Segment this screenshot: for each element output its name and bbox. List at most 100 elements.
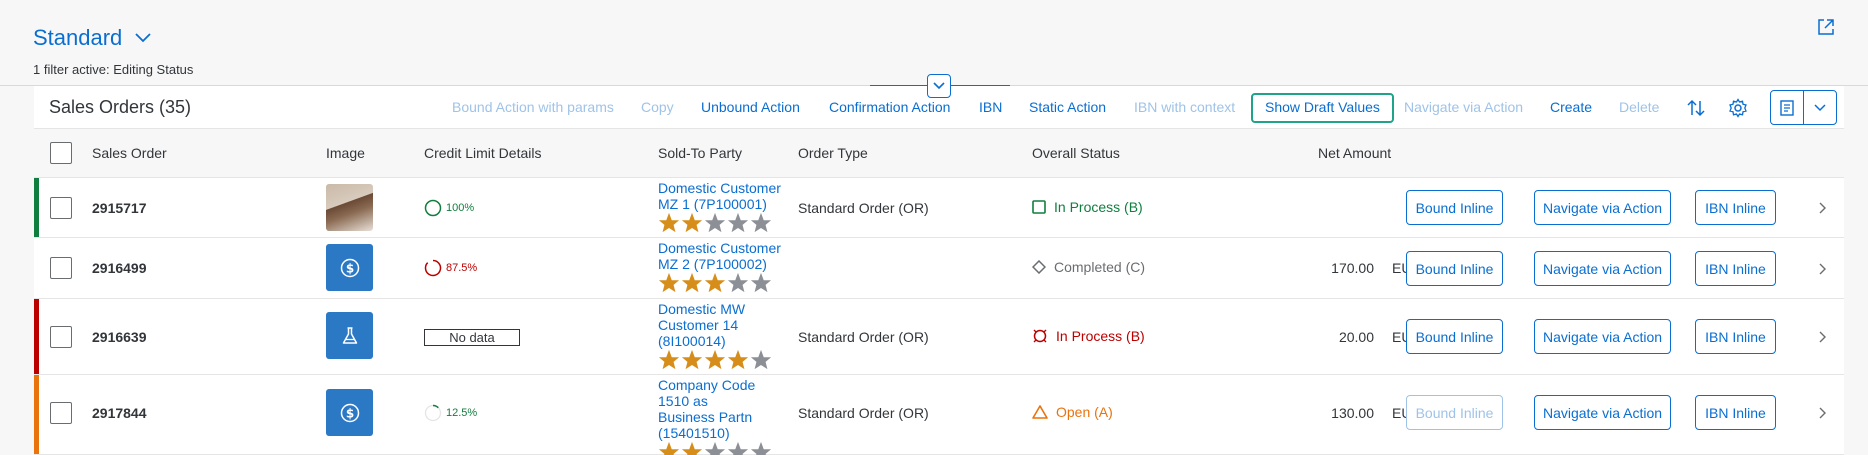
overall-status: In Process (B) xyxy=(1032,199,1143,215)
sold-to-party-link[interactable]: Domestic Customer MZ 1 (7P100001) xyxy=(658,180,783,212)
table-row[interactable]: 2917844 $ 12.5% Company Code 1510 as Bus… xyxy=(34,375,1844,455)
show-draft-values-button[interactable]: Show Draft Values xyxy=(1251,93,1394,123)
star-icon xyxy=(681,272,703,293)
star-icon xyxy=(658,349,680,370)
chevron-down-icon xyxy=(135,33,151,43)
export-split-button[interactable] xyxy=(1770,90,1837,125)
sold-to-party-cell: Domestic Customer MZ 2 (7P100002) xyxy=(658,240,783,294)
row-highlight xyxy=(34,299,39,374)
table-title: Sales Orders (35) xyxy=(49,97,192,117)
row-checkbox[interactable] xyxy=(50,326,72,348)
navigate-via-action-inline-button[interactable]: Navigate via Action xyxy=(1534,319,1671,354)
radial-progress-icon xyxy=(424,259,442,277)
radial-progress-icon xyxy=(424,199,442,217)
sold-to-party-link[interactable]: Company Code 1510 as Business Partn (154… xyxy=(658,377,758,441)
delete-button[interactable]: Delete xyxy=(1619,99,1659,115)
radial-progress-icon xyxy=(424,404,442,422)
column-header-image[interactable]: Image xyxy=(326,145,365,161)
ibn-inline-button[interactable]: IBN Inline xyxy=(1695,319,1776,354)
static-action-button[interactable]: Static Action xyxy=(1029,99,1106,115)
chevron-right-icon[interactable] xyxy=(1817,330,1827,344)
column-header-net-amount[interactable]: Net Amount xyxy=(1318,145,1391,161)
export-button[interactable] xyxy=(1771,91,1804,124)
star-icon xyxy=(704,441,726,455)
confirmation-action-button[interactable]: Confirmation Action xyxy=(829,99,950,115)
star-icon xyxy=(681,212,703,233)
dollar-image: $ xyxy=(326,244,373,291)
sold-to-party-cell: Domestic Customer MZ 1 (7P100001) xyxy=(658,180,783,234)
credit-percent: 100% xyxy=(446,202,475,214)
variant-selector[interactable]: Standard xyxy=(33,25,152,51)
sold-to-party-link[interactable]: Domestic MW Customer 14 (8I100014) xyxy=(658,301,758,349)
export-menu-button[interactable] xyxy=(1804,91,1836,124)
variant-title: Standard xyxy=(33,25,123,50)
chevron-down-icon xyxy=(933,82,945,90)
triangle-icon xyxy=(1032,405,1048,419)
credit-no-data: No data xyxy=(424,329,520,346)
column-header-overall-status[interactable]: Overall Status xyxy=(1032,145,1120,161)
chevron-right-icon[interactable] xyxy=(1817,262,1827,276)
chevron-right-icon[interactable] xyxy=(1817,406,1827,420)
credit-limit-indicator: 87.5% xyxy=(424,259,477,277)
star-icon xyxy=(750,349,772,370)
bound-inline-button[interactable]: Bound Inline xyxy=(1406,395,1503,430)
select-all-checkbox[interactable] xyxy=(50,142,72,164)
svg-text:$: $ xyxy=(345,261,353,275)
column-header-sales-order[interactable]: Sales Order xyxy=(92,145,167,161)
ibn-inline-button[interactable]: IBN Inline xyxy=(1695,251,1776,286)
ibn-inline-button[interactable]: IBN Inline xyxy=(1695,395,1776,430)
net-amount: 170.00 xyxy=(1331,260,1374,276)
navigate-via-action-inline-button[interactable]: Navigate via Action xyxy=(1534,190,1671,225)
row-checkbox[interactable] xyxy=(50,257,72,279)
ibn-inline-button[interactable]: IBN Inline xyxy=(1695,190,1776,225)
share-icon[interactable] xyxy=(1816,17,1836,37)
sales-order-number: 2915717 xyxy=(92,200,147,216)
table-row[interactable]: 2916499 $ 87.5% Domestic Customer MZ 2 (… xyxy=(34,238,1844,299)
bound-inline-button[interactable]: Bound Inline xyxy=(1406,251,1503,286)
bound-inline-button[interactable]: Bound Inline xyxy=(1406,190,1503,225)
star-icon xyxy=(658,441,680,455)
ibn-button[interactable]: IBN xyxy=(979,99,1002,115)
star-icon xyxy=(658,272,680,293)
sort-icon[interactable] xyxy=(1686,98,1706,118)
unbound-action-button[interactable]: Unbound Action xyxy=(701,99,800,115)
bound-inline-button[interactable]: Bound Inline xyxy=(1406,319,1503,354)
credit-limit-indicator: 12.5% xyxy=(424,404,477,422)
export-icon xyxy=(1780,99,1794,116)
overall-status: Completed (C) xyxy=(1032,259,1145,275)
net-amount: 20.00 xyxy=(1338,329,1374,345)
table-header: Sales Order Image Credit Limit Details S… xyxy=(34,129,1844,178)
star-icon xyxy=(681,349,703,370)
filter-info: 1 filter active: Editing Status xyxy=(33,62,194,77)
sold-to-party-cell: Company Code 1510 as Business Partn (154… xyxy=(658,377,772,455)
column-header-order-type[interactable]: Order Type xyxy=(798,145,868,161)
gear-icon[interactable] xyxy=(1728,98,1748,118)
flask-icon xyxy=(342,326,357,344)
create-button[interactable]: Create xyxy=(1550,99,1592,115)
table-row[interactable]: 2916639 No data Domestic MW Customer 14 … xyxy=(34,299,1844,375)
bound-action-with-params-button[interactable]: Bound Action with params xyxy=(452,99,614,115)
status-text: Open (A) xyxy=(1056,404,1113,420)
ibn-with-context-button[interactable]: IBN with context xyxy=(1134,99,1235,115)
net-amount: 130.00 xyxy=(1331,405,1374,421)
star-icon xyxy=(727,272,749,293)
svg-text:$: $ xyxy=(345,406,353,420)
rating-indicator xyxy=(658,349,772,371)
dollar-icon: $ xyxy=(340,403,359,422)
table-row[interactable]: 2915717 100% Domestic Customer MZ 1 (7P1… xyxy=(34,178,1844,238)
navigate-via-action-inline-button[interactable]: Navigate via Action xyxy=(1534,395,1671,430)
row-checkbox[interactable] xyxy=(50,197,72,219)
collapse-header-button[interactable] xyxy=(927,74,951,98)
copy-button[interactable]: Copy xyxy=(641,99,674,115)
chevron-right-icon[interactable] xyxy=(1817,201,1827,215)
navigate-via-action-button[interactable]: Navigate via Action xyxy=(1404,99,1523,115)
row-checkbox[interactable] xyxy=(50,402,72,424)
column-header-credit-limit[interactable]: Credit Limit Details xyxy=(424,145,541,161)
row-highlight xyxy=(34,375,39,454)
sold-to-party-link[interactable]: Domestic Customer MZ 2 (7P100002) xyxy=(658,240,783,272)
credit-percent: 12.5% xyxy=(446,407,478,419)
navigate-via-action-inline-button[interactable]: Navigate via Action xyxy=(1534,251,1671,286)
star-icon xyxy=(727,441,749,455)
column-header-sold-to-party[interactable]: Sold-To Party xyxy=(658,145,742,161)
dollar-icon: $ xyxy=(340,258,359,277)
